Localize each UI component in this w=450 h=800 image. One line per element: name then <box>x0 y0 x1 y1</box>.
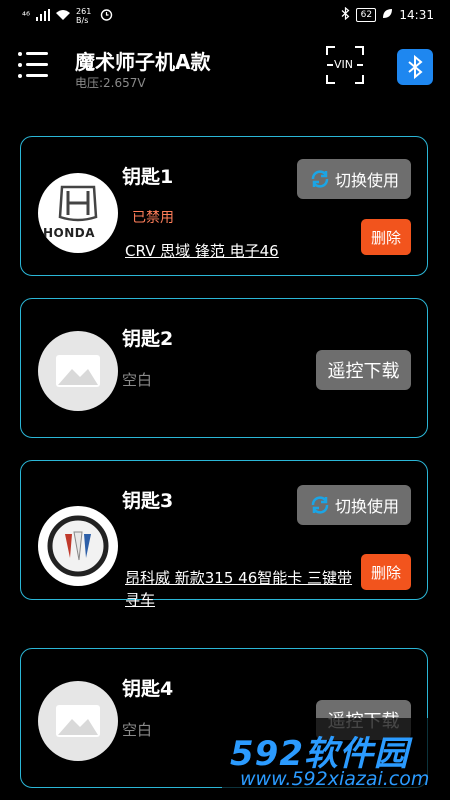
switch-use-label: 切换使用 <box>334 497 399 516</box>
bluetooth-button[interactable] <box>397 49 433 85</box>
leaf-icon <box>382 8 393 22</box>
watermark: 592软件园 www.592xiazai.com <box>222 718 450 800</box>
key-status: 已禁用 <box>132 210 174 226</box>
honda-logo: HONDA <box>38 173 118 253</box>
key-blank-label: 空白 <box>122 721 153 739</box>
image-placeholder-icon <box>56 355 100 387</box>
watermark-url: www.592xiazai.com <box>240 768 430 790</box>
key-blank-label: 空白 <box>122 371 153 389</box>
delete-button[interactable]: 删除 <box>361 554 411 590</box>
status-bar: ⁴⁶ 261 B/s 62 14:31 <box>0 0 450 32</box>
key-name: 钥匙4 <box>122 678 174 700</box>
switch-use-button[interactable]: 切换使用 <box>297 159 411 199</box>
network-indicator: ⁴⁶ <box>22 10 31 22</box>
placeholder-image <box>38 331 118 411</box>
network-speed: 261 B/s <box>76 7 92 25</box>
buick-logo <box>38 506 118 586</box>
key-name: 钥匙1 <box>122 166 174 188</box>
refresh-icon <box>311 496 329 514</box>
key-name: 钥匙3 <box>122 490 174 512</box>
menu-button[interactable] <box>18 50 50 82</box>
signal-icon <box>36 8 51 24</box>
switch-use-label: 切换使用 <box>334 171 399 190</box>
delete-button[interactable]: 删除 <box>361 219 411 255</box>
voltage-readout: 电压:2.657V <box>75 76 146 90</box>
key-description[interactable]: 昂科威 新款315 46智能卡 三键带寻车 <box>125 567 355 611</box>
vin-scan-button[interactable]: VIN <box>325 45 365 85</box>
page-title: 魔术师子机A款 <box>75 50 211 74</box>
battery-indicator: 62 <box>356 8 377 22</box>
key-card-2: 钥匙2 空白 遥控下载 <box>20 298 428 438</box>
image-placeholder-icon <box>56 705 100 737</box>
brand-label: HONDA <box>43 226 96 240</box>
key-card-3: 钥匙3 昂科威 新款315 46智能卡 三键带寻车 切换使用 删除 <box>20 460 428 609</box>
switch-use-button[interactable]: 切换使用 <box>297 485 411 525</box>
key-name: 钥匙2 <box>122 328 174 350</box>
remote-download-button[interactable]: 遥控下载 <box>316 350 411 390</box>
placeholder-image <box>38 681 118 761</box>
bluetooth-icon <box>408 54 423 80</box>
bluetooth-status-icon <box>341 6 350 23</box>
refresh-icon <box>311 170 329 188</box>
key-card-1: HONDA 钥匙1 已禁用 CRV 思域 锋范 电子46 切换使用 删除 <box>20 136 428 276</box>
wifi-icon <box>56 9 71 24</box>
app-header: 魔术师子机A款 电压:2.657V VIN <box>0 40 450 100</box>
clock-time: 14:31 <box>399 8 434 22</box>
vin-label: VIN <box>334 58 353 71</box>
key-description[interactable]: CRV 思域 锋范 电子46 <box>125 240 355 262</box>
alarm-icon <box>100 8 113 24</box>
